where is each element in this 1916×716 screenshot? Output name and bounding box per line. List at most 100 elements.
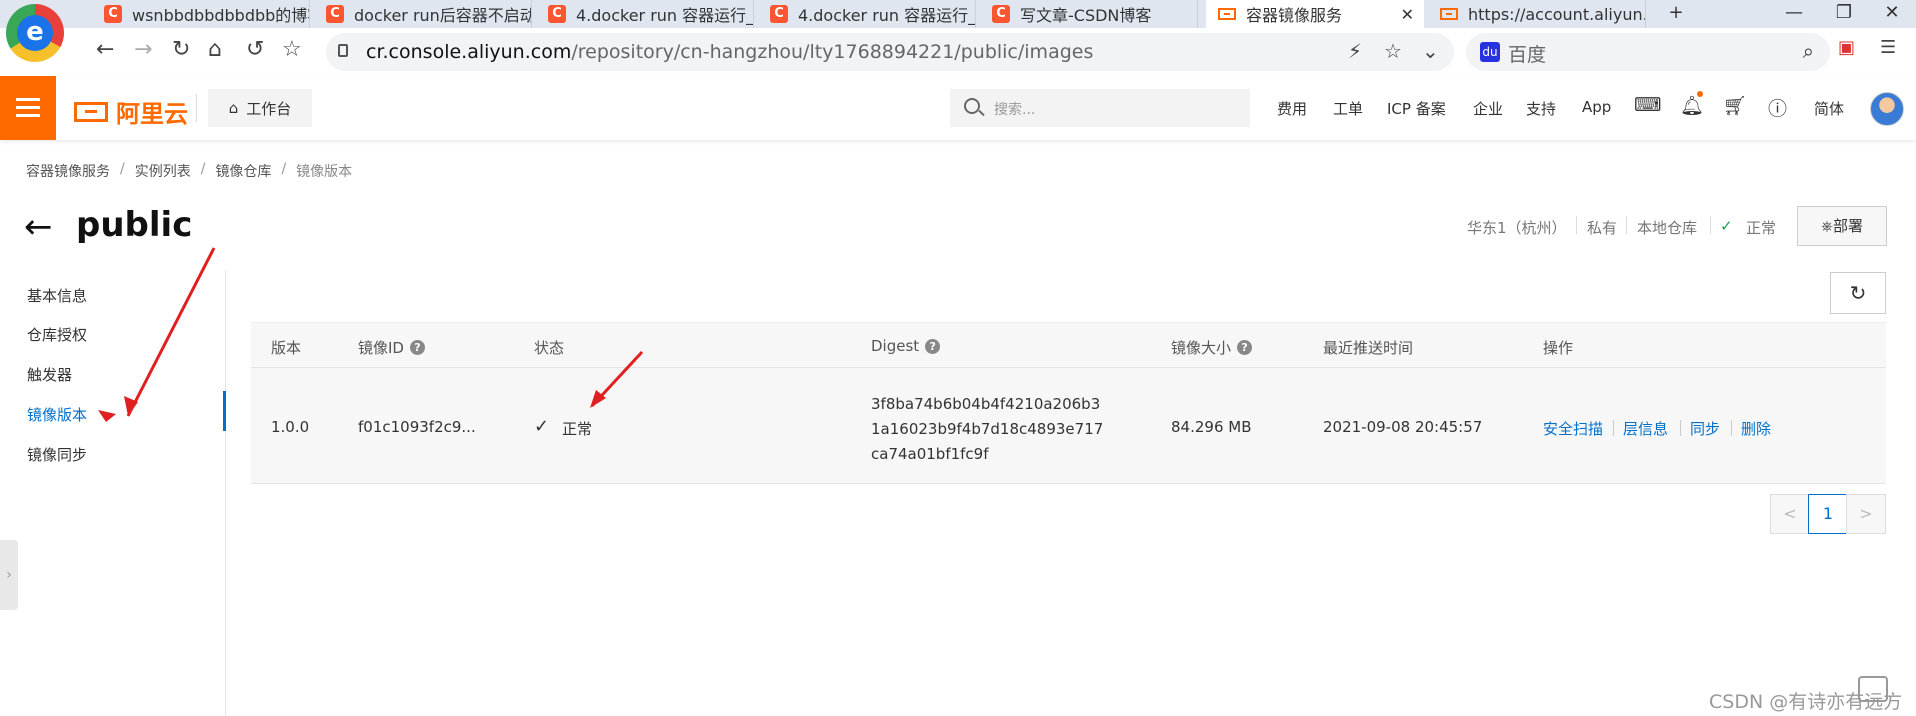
help-icon[interactable]: ⓘ (1768, 94, 1787, 121)
column-header: 版本 (271, 339, 302, 357)
breadcrumb-current: 镜像版本 (296, 164, 353, 180)
sidebar-item-authorization[interactable]: 仓库授权 (27, 324, 87, 345)
visibility-label: 私有 (1587, 219, 1618, 237)
breadcrumb-item[interactable]: 镜像仓库 (215, 161, 271, 181)
breadcrumb-item[interactable]: 容器镜像服务 (26, 161, 110, 181)
csdn-icon: C (992, 5, 1010, 23)
source-label: 本地仓库 (1637, 219, 1698, 237)
nav-link-tickets[interactable]: 工单 (1333, 98, 1363, 119)
url-bar[interactable]: cr.console.aliyun.com/repository/cn-hang… (326, 33, 1454, 71)
image-id-cell: f01c1093f2c9... (358, 418, 476, 436)
refresh-button[interactable]: ↻ (1830, 272, 1886, 314)
cube-icon: ⎈ (1820, 217, 1833, 235)
workbench-button[interactable]: ⌂ 工作台 (208, 89, 312, 127)
nav-link-enterprise[interactable]: 企业 (1473, 98, 1503, 119)
search-icon (964, 98, 980, 114)
aliyun-logo-icon (74, 101, 108, 122)
deploy-button[interactable]: ⎈部署 (1797, 206, 1887, 246)
sync-link[interactable]: 同步 (1690, 418, 1720, 439)
column-header: 最近推送时间 (1323, 339, 1414, 357)
help-icon[interactable]: ? (925, 338, 941, 354)
url-text: cr.console.aliyun.com/repository/cn-hang… (366, 41, 1094, 63)
cart-icon[interactable]: 🛒︎ (1723, 94, 1747, 117)
restore-icon[interactable]: ❐ (1822, 0, 1866, 28)
forward-nav-icon[interactable]: → (134, 37, 152, 62)
terminal-icon[interactable]: ⌨ (1634, 94, 1661, 116)
repo-status: 正常 (1746, 219, 1777, 237)
sidebar-item-image-sync[interactable]: 镜像同步 (27, 444, 87, 465)
security-scan-link[interactable]: 安全扫描 (1543, 418, 1603, 439)
minimize-icon[interactable]: — (1772, 0, 1816, 28)
aliyun-icon (1440, 8, 1458, 20)
expand-chevron-icon[interactable]: › (0, 540, 18, 610)
browser-tab[interactable]: Cdocker run后容器不启动 (314, 0, 532, 28)
check-icon: ✓ (1720, 217, 1733, 235)
browser-tab[interactable]: Cwsnbbdbbdbbdbb的博客 (92, 0, 310, 28)
menu-icon[interactable]: ☰ (1880, 37, 1896, 58)
nav-link-app[interactable]: App (1582, 98, 1611, 116)
next-page-button[interactable]: > (1846, 494, 1886, 534)
lightning-icon[interactable]: ⚡ (1348, 39, 1362, 63)
language-switch[interactable]: 简体 (1814, 98, 1844, 119)
prev-page-button[interactable]: < (1770, 494, 1810, 534)
csdn-icon: C (770, 5, 788, 23)
sidebar-item-image-versions[interactable]: 镜像版本 (27, 404, 87, 425)
browser-tab-active[interactable]: 容器镜像服务 ✕ (1206, 0, 1424, 28)
bell-icon[interactable]: 🔔︎ (1680, 94, 1704, 117)
refresh-icon: ↻ (1849, 281, 1867, 305)
delete-link[interactable]: 删除 (1741, 418, 1771, 439)
chevron-down-icon[interactable]: ⌄ (1422, 39, 1439, 63)
aliyun-icon (1218, 8, 1236, 20)
column-header: 镜像大小? (1171, 337, 1253, 358)
lock-icon (338, 44, 348, 57)
breadcrumb-item[interactable]: 实例列表 (135, 161, 191, 181)
sidebar-item-basic-info[interactable]: 基本信息 (27, 285, 87, 306)
status-cell: 正常 (562, 420, 593, 438)
layer-info-link[interactable]: 层信息 (1623, 418, 1668, 439)
watermark: CSDN @有诗亦有远方 (1709, 691, 1903, 713)
divider (196, 94, 197, 122)
help-icon[interactable]: ? (409, 340, 425, 355)
browser-tab[interactable]: https://account.aliyun.c (1428, 0, 1646, 28)
browser-tab[interactable]: C 4.docker run 容器运行_l (536, 0, 754, 28)
browser-search-box[interactable]: du 百度 ⌕ (1466, 33, 1830, 71)
new-tab-icon[interactable]: + (1654, 0, 1698, 28)
back-nav-icon[interactable]: ← (96, 37, 114, 62)
console-search-input[interactable]: 搜索... (950, 89, 1250, 127)
console-topbar: 阿里云 ⌂ 工作台 搜索... 费用 工单 ICP 备案 企业 支持 App ⌨ … (0, 76, 1916, 140)
reload-icon[interactable]: ↻ (172, 37, 190, 62)
nav-link-icp[interactable]: ICP 备案 (1387, 98, 1446, 119)
window-close-icon[interactable]: ✕ (1870, 0, 1914, 28)
csdn-icon: C (326, 5, 344, 23)
nav-link-fees[interactable]: 费用 (1277, 98, 1307, 119)
home-icon[interactable]: ⌂ (208, 37, 222, 62)
size-cell: 84.296 MB (1171, 418, 1252, 436)
region-label: 华东1（杭州） (1467, 219, 1567, 237)
avatar[interactable] (1870, 92, 1904, 126)
sidebar-item-triggers[interactable]: 触发器 (27, 364, 72, 385)
table-header: 版本 镜像ID? 状态 Digest? 镜像大小? 最近推送时间 操作 (251, 322, 1886, 368)
digest-cell: 3f8ba74b6b04b4f4210a206b3 1a16023b9f4b7d… (871, 395, 1104, 463)
browser-tab[interactable]: C 写文章-CSDN博客 (980, 0, 1198, 28)
help-icon[interactable]: ? (1237, 340, 1253, 355)
breadcrumb: 容器镜像服务 / 实例列表 / 镜像仓库 / 镜像版本 (26, 161, 353, 181)
column-header: 状态 (534, 339, 565, 357)
favorite-star-icon[interactable]: ☆ (1384, 39, 1402, 63)
search-icon[interactable]: ⌕ (1803, 39, 1814, 63)
browser-tab[interactable]: C 4.docker run 容器运行_l (758, 0, 976, 28)
bookmark-star-icon[interactable]: ☆ (282, 37, 302, 62)
hamburger-menu-icon[interactable] (0, 76, 56, 140)
close-icon[interactable]: ✕ (1401, 5, 1414, 24)
back-arrow-icon[interactable]: ← (24, 210, 53, 244)
page-button-current[interactable]: 1 (1808, 494, 1848, 534)
aliyun-logo[interactable]: 阿里云 (74, 94, 188, 129)
nav-link-support[interactable]: 支持 (1526, 98, 1556, 119)
home-icon: ⌂ (228, 99, 239, 117)
csdn-icon: C (104, 5, 122, 23)
undo-icon[interactable]: ↺ (246, 37, 264, 62)
pushed-time-cell: 2021-09-08 20:45:57 (1323, 418, 1483, 436)
version-cell: 1.0.0 (271, 418, 310, 436)
pdf-icon[interactable]: ▣ (1838, 37, 1855, 58)
csdn-icon: C (548, 5, 566, 23)
baidu-icon: du (1480, 42, 1500, 62)
